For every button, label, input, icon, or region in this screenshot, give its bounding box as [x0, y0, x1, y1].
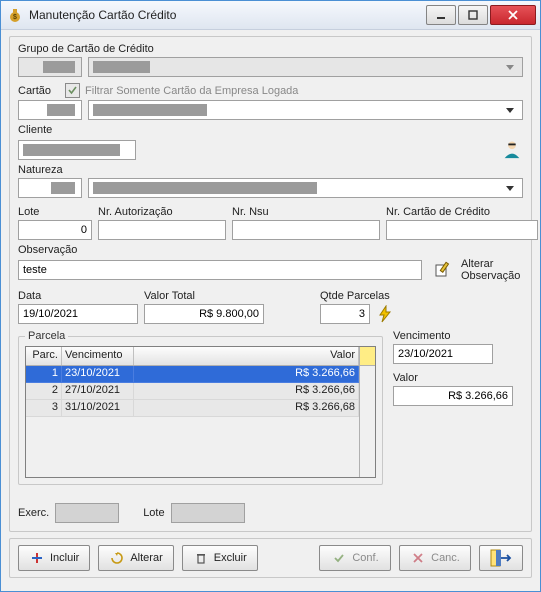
table-row[interactable]: 1 23/10/2021 R$ 3.266,66 [26, 366, 359, 383]
close-button[interactable] [490, 5, 536, 25]
cartao-label: Cartão [18, 85, 51, 97]
data-field[interactable] [18, 304, 138, 324]
natureza-code[interactable] [18, 178, 82, 198]
filtrar-label: Filtrar Somente Cartão da Empresa Logada [85, 85, 298, 97]
cartao-desc[interactable] [88, 100, 523, 120]
table-row[interactable]: 2 27/10/2021 R$ 3.266,66 [26, 383, 359, 400]
sel-venc-field[interactable] [393, 344, 493, 364]
main-window: $ Manutenção Cartão Crédito Grupo de Car… [0, 0, 541, 592]
cliente-field[interactable] [18, 140, 136, 160]
table-row[interactable]: 3 31/10/2021 R$ 3.266,68 [26, 400, 359, 417]
alterar-button[interactable]: Alterar [98, 545, 173, 571]
trash-icon [193, 550, 209, 566]
nrcartao-field[interactable] [386, 220, 538, 240]
cancel-button: Canc. [399, 545, 471, 571]
excluir-button[interactable]: Excluir [182, 545, 258, 571]
nrnsu-field[interactable] [232, 220, 380, 240]
nraut-label: Nr. Autorização [98, 206, 226, 218]
exerc-field [55, 503, 119, 523]
cliente-avatar-icon[interactable] [501, 138, 523, 160]
app-icon: $ [7, 7, 23, 23]
x-icon [410, 550, 426, 566]
refresh-icon [109, 550, 125, 566]
nrnsu-label: Nr. Nsu [232, 206, 380, 218]
window-title: Manutenção Cartão Crédito [29, 8, 426, 22]
qtde-label: Qtde Parcelas [320, 290, 430, 302]
valortotal-field[interactable] [144, 304, 264, 324]
cartao-code[interactable] [18, 100, 82, 120]
client-area: Grupo de Cartão de Crédito Cartão Filtra [1, 30, 540, 591]
svg-text:$: $ [13, 14, 17, 21]
confirm-button: Conf. [319, 545, 391, 571]
edit-obs-icon[interactable] [434, 261, 452, 279]
exit-button[interactable] [479, 545, 523, 571]
minimize-button[interactable] [426, 5, 456, 25]
exit-icon [490, 548, 512, 568]
parcela-fieldset: Parcela Parc. Vencimento Valor 1 [18, 330, 383, 485]
lote-field[interactable] [18, 220, 92, 240]
obs-label: Observação [18, 244, 523, 256]
natureza-desc[interactable] [88, 178, 523, 198]
sel-venc-label: Vencimento [393, 330, 523, 342]
grid-scrollbar[interactable] [359, 347, 375, 477]
natureza-label: Natureza [18, 164, 523, 176]
incluir-button[interactable]: Incluir [18, 545, 90, 571]
titlebar[interactable]: $ Manutenção Cartão Crédito [1, 1, 540, 30]
chevron-down-icon[interactable] [501, 101, 518, 119]
chevron-down-icon[interactable] [501, 179, 518, 197]
sel-valor-field[interactable] [393, 386, 513, 406]
alterar-obs-link[interactable]: Alterar Observação [461, 258, 523, 282]
footer-lote-field [171, 503, 245, 523]
data-label: Data [18, 290, 138, 302]
lote-label: Lote [18, 206, 92, 218]
nrcartao-label: Nr. Cartão de Crédito [386, 206, 538, 218]
chevron-down-icon [501, 58, 518, 76]
plus-icon [29, 550, 45, 566]
maximize-button[interactable] [458, 5, 488, 25]
qtde-field[interactable] [320, 304, 370, 324]
parcela-legend: Parcela [25, 330, 68, 342]
exerc-label: Exerc. [18, 507, 49, 519]
footer-lote-label: Lote [143, 507, 164, 519]
check-icon [331, 550, 347, 566]
grupo-label: Grupo de Cartão de Crédito [18, 43, 523, 55]
form-frame: Grupo de Cartão de Crédito Cartão Filtra [9, 36, 532, 532]
nraut-field[interactable] [98, 220, 226, 240]
obs-field[interactable] [18, 260, 422, 280]
grupo-code [18, 57, 82, 77]
grid-header-venc[interactable]: Vencimento [62, 347, 134, 365]
valortotal-label: Valor Total [144, 290, 264, 302]
checkbox-icon [65, 83, 80, 98]
bolt-icon[interactable] [378, 305, 392, 323]
grid-header-valor[interactable]: Valor [134, 347, 359, 365]
filtrar-checkbox: Filtrar Somente Cartão da Empresa Logada [65, 83, 298, 98]
grupo-desc [88, 57, 523, 77]
sel-valor-label: Valor [393, 372, 523, 384]
grid-header-parc[interactable]: Parc. [26, 347, 62, 365]
parcela-grid[interactable]: Parc. Vencimento Valor 1 23/10/2021 R$ 3… [25, 346, 376, 478]
button-bar: Incluir Alterar Excluir Conf. [9, 538, 532, 578]
cliente-label: Cliente [18, 124, 523, 136]
